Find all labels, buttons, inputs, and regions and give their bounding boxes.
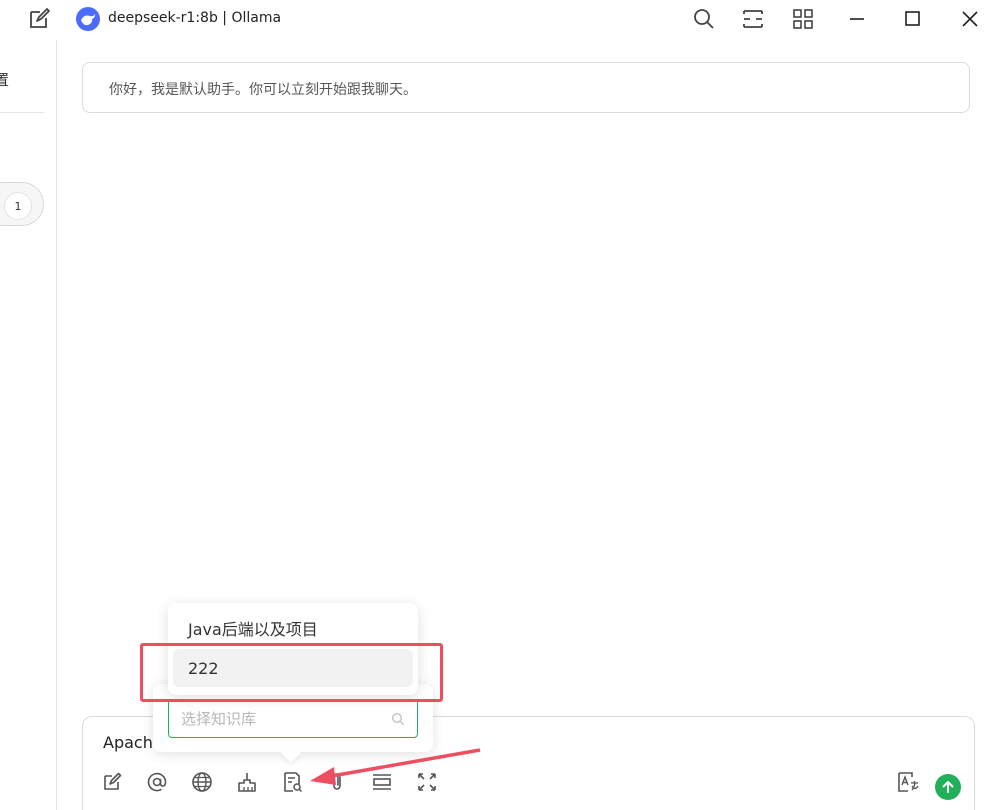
- annotation-arrow-icon: [310, 748, 481, 785]
- search-icon: [391, 712, 404, 725]
- sidebar-divider: [0, 112, 44, 113]
- grid-icon[interactable]: [790, 6, 816, 32]
- knowledge-search-field[interactable]: [168, 699, 418, 738]
- minimize-icon[interactable]: [844, 6, 870, 32]
- new-topic-edit-icon[interactable]: [100, 770, 124, 794]
- greeting-text: 你好，我是默认助手。你可以立刻开始跟我聊天。: [109, 82, 417, 98]
- topic-count-badge: 1: [4, 192, 32, 220]
- knowledge-search-input[interactable]: [181, 708, 381, 730]
- deepseek-logo-icon: [76, 7, 100, 31]
- maximize-icon[interactable]: [899, 6, 925, 32]
- assistant-greeting-message: 你好，我是默认助手。你可以立刻开始跟我聊天。: [82, 62, 970, 113]
- layout-icon[interactable]: [740, 6, 766, 32]
- mention-icon[interactable]: [145, 770, 169, 794]
- close-icon[interactable]: [957, 6, 983, 32]
- search-icon[interactable]: [691, 6, 717, 32]
- arrow-up-icon: [942, 781, 954, 793]
- clear-broom-icon[interactable]: [235, 770, 259, 794]
- sidebar-settings-label[interactable]: 置: [0, 69, 9, 90]
- annotation-highlight-box: [140, 643, 443, 702]
- send-button[interactable]: [935, 774, 961, 800]
- globe-icon[interactable]: [190, 770, 214, 794]
- window-title: deepseek-r1:8b | Ollama: [108, 10, 282, 26]
- edit-icon[interactable]: [26, 6, 52, 32]
- knowledge-option[interactable]: Java后端以及项目: [173, 609, 413, 647]
- sidebar: 置 1: [0, 40, 57, 810]
- title-bar: deepseek-r1:8b | Ollama: [0, 0, 993, 40]
- translate-icon[interactable]: [896, 770, 920, 794]
